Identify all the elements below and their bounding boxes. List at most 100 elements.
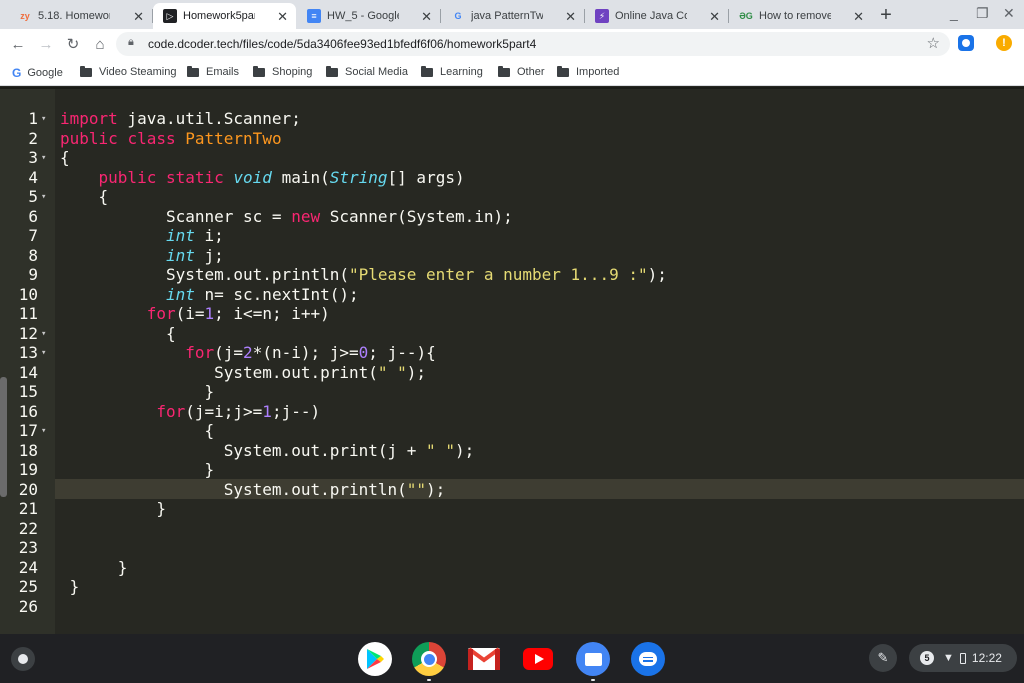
- code-line[interactable]: 20 System.out.println("");: [0, 480, 1024, 500]
- code-text[interactable]: {: [60, 148, 70, 168]
- reload-icon[interactable]: ↻: [62, 33, 84, 55]
- extension-icon[interactable]: [958, 35, 974, 51]
- tab-hw5-google-doc[interactable]: ≡ HW_5 - Google Doc ✕: [297, 3, 440, 29]
- code-line[interactable]: 2 public class PatternTwo: [0, 129, 1024, 149]
- code-editor[interactable]: 1 ▾ import java.util.Scanner; 2 public class…: [0, 87, 1024, 634]
- code-line[interactable]: 8 int j;: [0, 246, 1024, 266]
- close-icon[interactable]: ✕: [277, 9, 288, 25]
- code-text[interactable]: for(i=1; i<=n; i++): [60, 304, 330, 324]
- code-line[interactable]: 14 System.out.print(" ");: [0, 363, 1024, 383]
- code-text[interactable]: import java.util.Scanner;: [60, 109, 301, 129]
- code-line[interactable]: 13 ▾ for(j=2*(n-i); j>=0; j--){: [0, 343, 1024, 363]
- stylus-icon[interactable]: ✎: [869, 644, 897, 672]
- code-line[interactable]: 23: [0, 538, 1024, 558]
- lock-icon[interactable]: 🔒︎: [128, 36, 134, 49]
- code-text[interactable]: Scanner sc = new Scanner(System.in);: [60, 207, 513, 227]
- launcher-button[interactable]: [11, 647, 35, 671]
- code-line[interactable]: 11 for(i=1; i<=n; i++): [0, 304, 1024, 324]
- bookmark-folder-social-media[interactable]: Social Media: [326, 65, 408, 78]
- code-line[interactable]: 15 }: [0, 382, 1024, 402]
- bookmark-folder-emails[interactable]: Emails: [187, 65, 239, 78]
- line-number: 17: [18, 421, 38, 440]
- code-text[interactable]: }: [60, 499, 166, 519]
- tab-homework5part4[interactable]: ▷ Homework5part4.j ✕: [153, 3, 296, 29]
- new-tab-button[interactable]: +: [874, 3, 898, 27]
- code-text[interactable]: System.out.print(" ");: [60, 363, 426, 383]
- code-text[interactable]: int i;: [60, 226, 224, 246]
- code-line[interactable]: 22: [0, 519, 1024, 539]
- code-text[interactable]: }: [60, 382, 214, 402]
- bookmark-folder-imported[interactable]: Imported: [557, 65, 619, 78]
- close-icon[interactable]: ✕: [421, 9, 432, 25]
- code-line[interactable]: 25 }: [0, 577, 1024, 597]
- code-text[interactable]: for(j=2*(n-i); j>=0; j--){: [60, 343, 436, 363]
- bookmark-star-icon[interactable]: ☆: [927, 34, 940, 52]
- status-tray[interactable]: 5 ▼ 12:22: [909, 644, 1017, 672]
- code-line[interactable]: 9 System.out.println("Please enter a num…: [0, 265, 1024, 285]
- code-line[interactable]: 12 ▾ {: [0, 324, 1024, 344]
- chrome-icon[interactable]: [412, 642, 446, 681]
- code-text[interactable]: System.out.println("Please enter a numbe…: [60, 265, 667, 285]
- bookmark-folder-other[interactable]: Other: [498, 65, 545, 78]
- code-text[interactable]: }: [60, 577, 80, 597]
- code-text[interactable]: {: [60, 421, 214, 441]
- forward-icon[interactable]: →: [35, 33, 57, 55]
- close-window-button[interactable]: ✕: [1003, 5, 1015, 22]
- youtube-icon[interactable]: [521, 642, 555, 676]
- restore-button[interactable]: ❐: [976, 5, 989, 22]
- address-bar[interactable]: 🔒︎ code.dcoder.tech/files/code/5da3406fe…: [116, 32, 950, 56]
- close-icon[interactable]: ✕: [565, 9, 576, 25]
- code-line[interactable]: 21 }: [0, 499, 1024, 519]
- code-line[interactable]: 3 ▾ {: [0, 148, 1024, 168]
- close-icon[interactable]: ✕: [709, 9, 720, 25]
- fold-arrow-icon[interactable]: ▾: [41, 149, 46, 169]
- gmail-icon[interactable]: [467, 642, 501, 676]
- bookmark-folder-learning[interactable]: Learning: [421, 65, 483, 78]
- back-icon[interactable]: ←: [7, 33, 29, 55]
- code-text[interactable]: public static void main(String[] args): [60, 168, 465, 188]
- code-line[interactable]: 6 Scanner sc = new Scanner(System.in);: [0, 207, 1024, 227]
- files-icon[interactable]: [576, 642, 610, 681]
- code-text[interactable]: System.out.print(j + " ");: [60, 441, 474, 461]
- minimize-button[interactable]: _: [950, 5, 958, 21]
- play-store-icon[interactable]: [358, 642, 392, 676]
- close-icon[interactable]: ✕: [133, 9, 144, 25]
- code-text[interactable]: public class PatternTwo: [60, 129, 282, 149]
- code-line[interactable]: 4 public static void main(String[] args): [0, 168, 1024, 188]
- fold-arrow-icon[interactable]: ▾: [41, 110, 46, 130]
- code-line[interactable]: 24 }: [0, 558, 1024, 578]
- home-icon[interactable]: ⌂: [89, 33, 111, 55]
- code-line[interactable]: 5 ▾ {: [0, 187, 1024, 207]
- code-line[interactable]: 1 ▾ import java.util.Scanner;: [0, 109, 1024, 129]
- bookmark-folder-video-steaming[interactable]: Video Steaming: [80, 65, 176, 78]
- url-text[interactable]: code.dcoder.tech/files/code/5da3406fee93…: [148, 37, 536, 51]
- tab-java-patterntwo[interactable]: G java PatternTwo zy ✕: [441, 3, 584, 29]
- code-text[interactable]: for(j=i;j>=1;j--): [60, 402, 320, 422]
- code-text[interactable]: int j;: [60, 246, 224, 266]
- code-text[interactable]: System.out.println("");: [60, 480, 446, 500]
- fold-arrow-icon[interactable]: ▾: [41, 188, 46, 208]
- fold-arrow-icon[interactable]: ▾: [41, 325, 46, 345]
- fold-arrow-icon[interactable]: ▾: [41, 422, 46, 442]
- tab-how-to-remove[interactable]: ƏG How to remove all ✕: [729, 3, 872, 29]
- close-icon[interactable]: ✕: [853, 9, 864, 25]
- profile-alert-icon[interactable]: !: [996, 35, 1012, 51]
- bookmark-folder-shoping[interactable]: Shoping: [253, 65, 312, 78]
- tab-online-java-compiler[interactable]: ⚡ Online Java Compi ✕: [585, 3, 728, 29]
- code-text[interactable]: {: [60, 187, 109, 207]
- code-line[interactable]: 7 int i;: [0, 226, 1024, 246]
- code-line[interactable]: 10 int n= sc.nextInt();: [0, 285, 1024, 305]
- messages-icon[interactable]: [631, 642, 665, 676]
- code-line[interactable]: 18 System.out.print(j + " ");: [0, 441, 1024, 461]
- tab-homework-5[interactable]: zy 5.18. Homework 5 ✕: [8, 3, 152, 29]
- fold-arrow-icon[interactable]: ▾: [41, 344, 46, 364]
- code-text[interactable]: int n= sc.nextInt();: [60, 285, 359, 305]
- code-text[interactable]: }: [60, 558, 128, 578]
- code-line[interactable]: 19 }: [0, 460, 1024, 480]
- bookmark-google[interactable]: G Google: [12, 66, 63, 80]
- code-text[interactable]: }: [60, 460, 214, 480]
- code-line[interactable]: 17 ▾ {: [0, 421, 1024, 441]
- code-line[interactable]: 16 for(j=i;j>=1;j--): [0, 402, 1024, 422]
- code-text[interactable]: {: [60, 324, 176, 344]
- code-line[interactable]: 26: [0, 597, 1024, 617]
